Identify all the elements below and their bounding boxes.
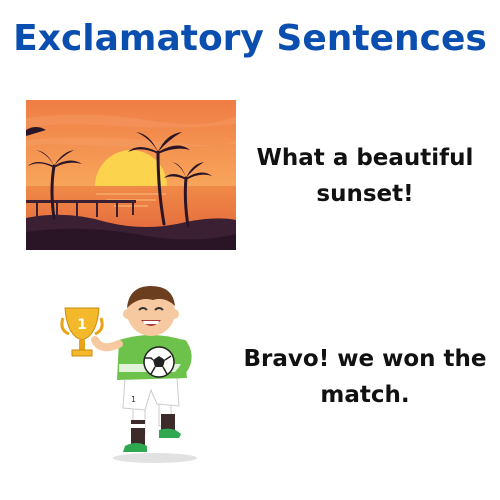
example-sentence-2: Bravo! we won the match.	[237, 341, 493, 413]
page-title: Exclamatory Sentences	[13, 18, 487, 59]
boy-with-trophy-illustration: 1 1	[60, 286, 197, 463]
football-icon	[143, 346, 175, 378]
svg-text:1: 1	[77, 317, 87, 333]
example-sentence-1-line-1: What a beautiful	[256, 145, 474, 171]
example-sentence-2-line-1: Bravo! we won the	[243, 346, 487, 372]
example-sentence-1-line-2: sunset!	[316, 181, 414, 207]
svg-text:1: 1	[131, 395, 136, 404]
example-sentence-2-line-2: match.	[320, 382, 410, 408]
trophy-icon: 1	[60, 307, 104, 357]
example-sentence-1: What a beautiful sunset!	[240, 140, 490, 212]
sunset-illustration	[26, 100, 236, 250]
